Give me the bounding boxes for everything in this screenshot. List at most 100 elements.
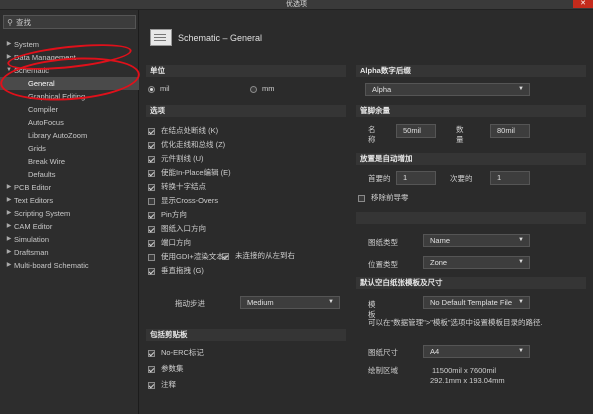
window-title: 优选项 — [286, 1, 307, 8]
tree-item[interactable]: ▶ PCB Editor — [0, 181, 139, 194]
drag-step-label: 拖动步进 — [175, 299, 205, 308]
clipboard-checkbox[interactable]: No-ERC标记 — [148, 347, 204, 359]
option-checkbox[interactable]: 显示Cross-Overs — [148, 195, 218, 207]
tree-item-label: Draftsman — [14, 248, 49, 257]
sheet-type-label: 图纸类型 — [368, 238, 398, 247]
tree-item-label: Compiler — [28, 105, 59, 114]
chevron-right-icon[interactable]: ▶ — [4, 38, 14, 51]
primary-field[interactable]: 1 — [396, 171, 436, 185]
checkbox-icon — [148, 267, 155, 275]
chevron-down-icon: ▼ — [518, 348, 524, 354]
checkbox-icon — [148, 253, 155, 261]
tree-item[interactable]: ▼ Schematic — [0, 64, 139, 77]
pin-name-field[interactable]: 50mil — [396, 124, 436, 138]
chevron-down-icon: ▼ — [518, 259, 524, 265]
tree-item[interactable]: ▶ Simulation — [0, 233, 139, 246]
option-checkbox[interactable]: 使用GDI+渲染文本+ — [148, 251, 228, 263]
option-checkbox[interactable]: 图纸入口方向 — [148, 223, 206, 235]
option-checkbox[interactable]: 元件割线 (U) — [148, 153, 204, 165]
units-mil-radio[interactable]: mil — [148, 83, 170, 95]
option-label: 图纸入口方向 — [161, 224, 206, 233]
chevron-down-icon[interactable]: ▼ — [4, 64, 14, 77]
option-label: 使用GDI+渲染文本+ — [161, 252, 229, 261]
settings-panel: Schematic – General 单位 mil mm 选项 未连接的从左到… — [140, 10, 593, 414]
port-right-checkbox[interactable]: 未连接的从左到右 — [222, 250, 295, 262]
chevron-right-icon[interactable]: ▶ — [4, 194, 14, 207]
template-hint: 可以在"数据管理">"模板"选项中设置模板目录的路径. — [368, 318, 543, 327]
search-input[interactable]: ⚲ 查找 — [3, 15, 136, 29]
tree-item[interactable]: ▶ Draftsman — [0, 246, 139, 259]
tree-item-label: General — [28, 79, 55, 88]
sheet-type-select[interactable]: Name ▼ — [423, 234, 530, 247]
tree-item[interactable]: ▶ Data Management — [0, 51, 139, 64]
drag-step-value: Medium — [247, 298, 274, 307]
tree-item-label: Library AutoZoom — [28, 131, 88, 140]
tree-item[interactable]: ▶ Text Editors — [0, 194, 139, 207]
drawing-area-mm: 292.1mm x 193.04mm — [430, 376, 505, 385]
tree-item[interactable]: Grids — [0, 142, 139, 155]
tree-item[interactable]: ▶ System — [0, 38, 139, 51]
chevron-right-icon[interactable]: ▶ — [4, 51, 14, 64]
sheet-size-select[interactable]: A4 ▼ — [423, 345, 530, 358]
tree-item-label: Data Management — [14, 53, 76, 62]
option-label: 使能In-Place编辑 (E) — [161, 168, 231, 177]
search-placeholder: 查找 — [16, 17, 31, 27]
tree-item[interactable]: Compiler — [0, 103, 139, 116]
remove-leading-zeros-checkbox[interactable]: 移除前导零 — [358, 192, 409, 204]
tree-item-label: Defaults — [28, 170, 56, 179]
option-checkbox[interactable]: 使能In-Place编辑 (E) — [148, 167, 231, 179]
chevron-right-icon[interactable]: ▶ — [4, 220, 14, 233]
option-checkbox[interactable]: 垂直拖拽 (G) — [148, 265, 204, 277]
chevron-down-icon: ▼ — [328, 299, 334, 305]
option-checkbox[interactable]: 在结点处断线 (K) — [148, 125, 218, 137]
tree-item[interactable]: Library AutoZoom — [0, 129, 139, 142]
chevron-right-icon[interactable]: ▶ — [4, 207, 14, 220]
tree-item[interactable]: ▶ Scripting System — [0, 207, 139, 220]
chevron-right-icon[interactable]: ▶ — [4, 181, 14, 194]
tree-item[interactable]: General — [0, 77, 139, 90]
tree-item[interactable]: ▶ CAM Editor — [0, 220, 139, 233]
tree-item-label: Simulation — [14, 235, 50, 244]
option-label: 在结点处断线 (K) — [161, 126, 219, 135]
option-label: 垂直拖拽 (G) — [161, 266, 204, 275]
tree-item[interactable]: Graphical Editing — [0, 90, 139, 103]
clipboard-checkbox[interactable]: 注释 — [148, 379, 176, 391]
page-header: Schematic – General — [150, 29, 262, 46]
radio-icon — [250, 85, 257, 93]
checkbox-icon — [148, 225, 155, 233]
pin-number-field[interactable]: 80mil — [490, 124, 530, 138]
position-type-select[interactable]: Zone ▼ — [423, 256, 530, 269]
tree-item-label: Graphical Editing — [28, 92, 86, 101]
units-mm-radio[interactable]: mm — [250, 83, 275, 95]
clipboard-checkbox[interactable]: 参数集 — [148, 363, 184, 375]
tree-item[interactable]: ▶ Multi-board Schematic — [0, 259, 139, 272]
secondary-field[interactable]: 1 — [490, 171, 530, 185]
alpha-select[interactable]: Alpha ▼ — [365, 83, 530, 96]
pin-name-label: 名称 — [368, 125, 376, 144]
tree-item[interactable]: Break Wire — [0, 155, 139, 168]
template-select[interactable]: No Default Template File ▼ — [423, 296, 530, 309]
page-title: Schematic – General — [178, 32, 263, 43]
option-checkbox[interactable]: 端口方向 — [148, 237, 191, 249]
alpha-value: Alpha — [372, 85, 392, 94]
clipboard-label: 注释 — [161, 380, 176, 389]
chevron-down-icon: ▼ — [518, 299, 524, 305]
close-button[interactable]: ✕ — [573, 0, 593, 8]
option-checkbox[interactable]: 转换十字结点 — [148, 181, 206, 193]
sheet-type-value: Name — [430, 236, 451, 245]
tree-item[interactable]: Defaults — [0, 168, 139, 181]
drag-step-select[interactable]: Medium ▼ — [240, 296, 340, 309]
option-checkbox[interactable]: Pin方向 — [148, 209, 187, 221]
chevron-right-icon[interactable]: ▶ — [4, 233, 14, 246]
clipboard-heading: 包括剪贴板 — [146, 329, 346, 341]
tree-item-label: Schematic — [14, 66, 50, 75]
tree-item[interactable]: AutoFocus — [0, 116, 139, 129]
checkbox-icon — [148, 211, 155, 219]
chevron-right-icon[interactable]: ▶ — [4, 259, 14, 272]
position-type-value: Zone — [430, 258, 448, 267]
chevron-right-icon[interactable]: ▶ — [4, 246, 14, 259]
checkbox-icon — [148, 365, 155, 373]
units-mm-label: mm — [262, 84, 275, 93]
alpha-heading: Alpha数字后缀 — [356, 65, 586, 77]
option-checkbox[interactable]: 优化走线和总线 (Z) — [148, 139, 225, 151]
